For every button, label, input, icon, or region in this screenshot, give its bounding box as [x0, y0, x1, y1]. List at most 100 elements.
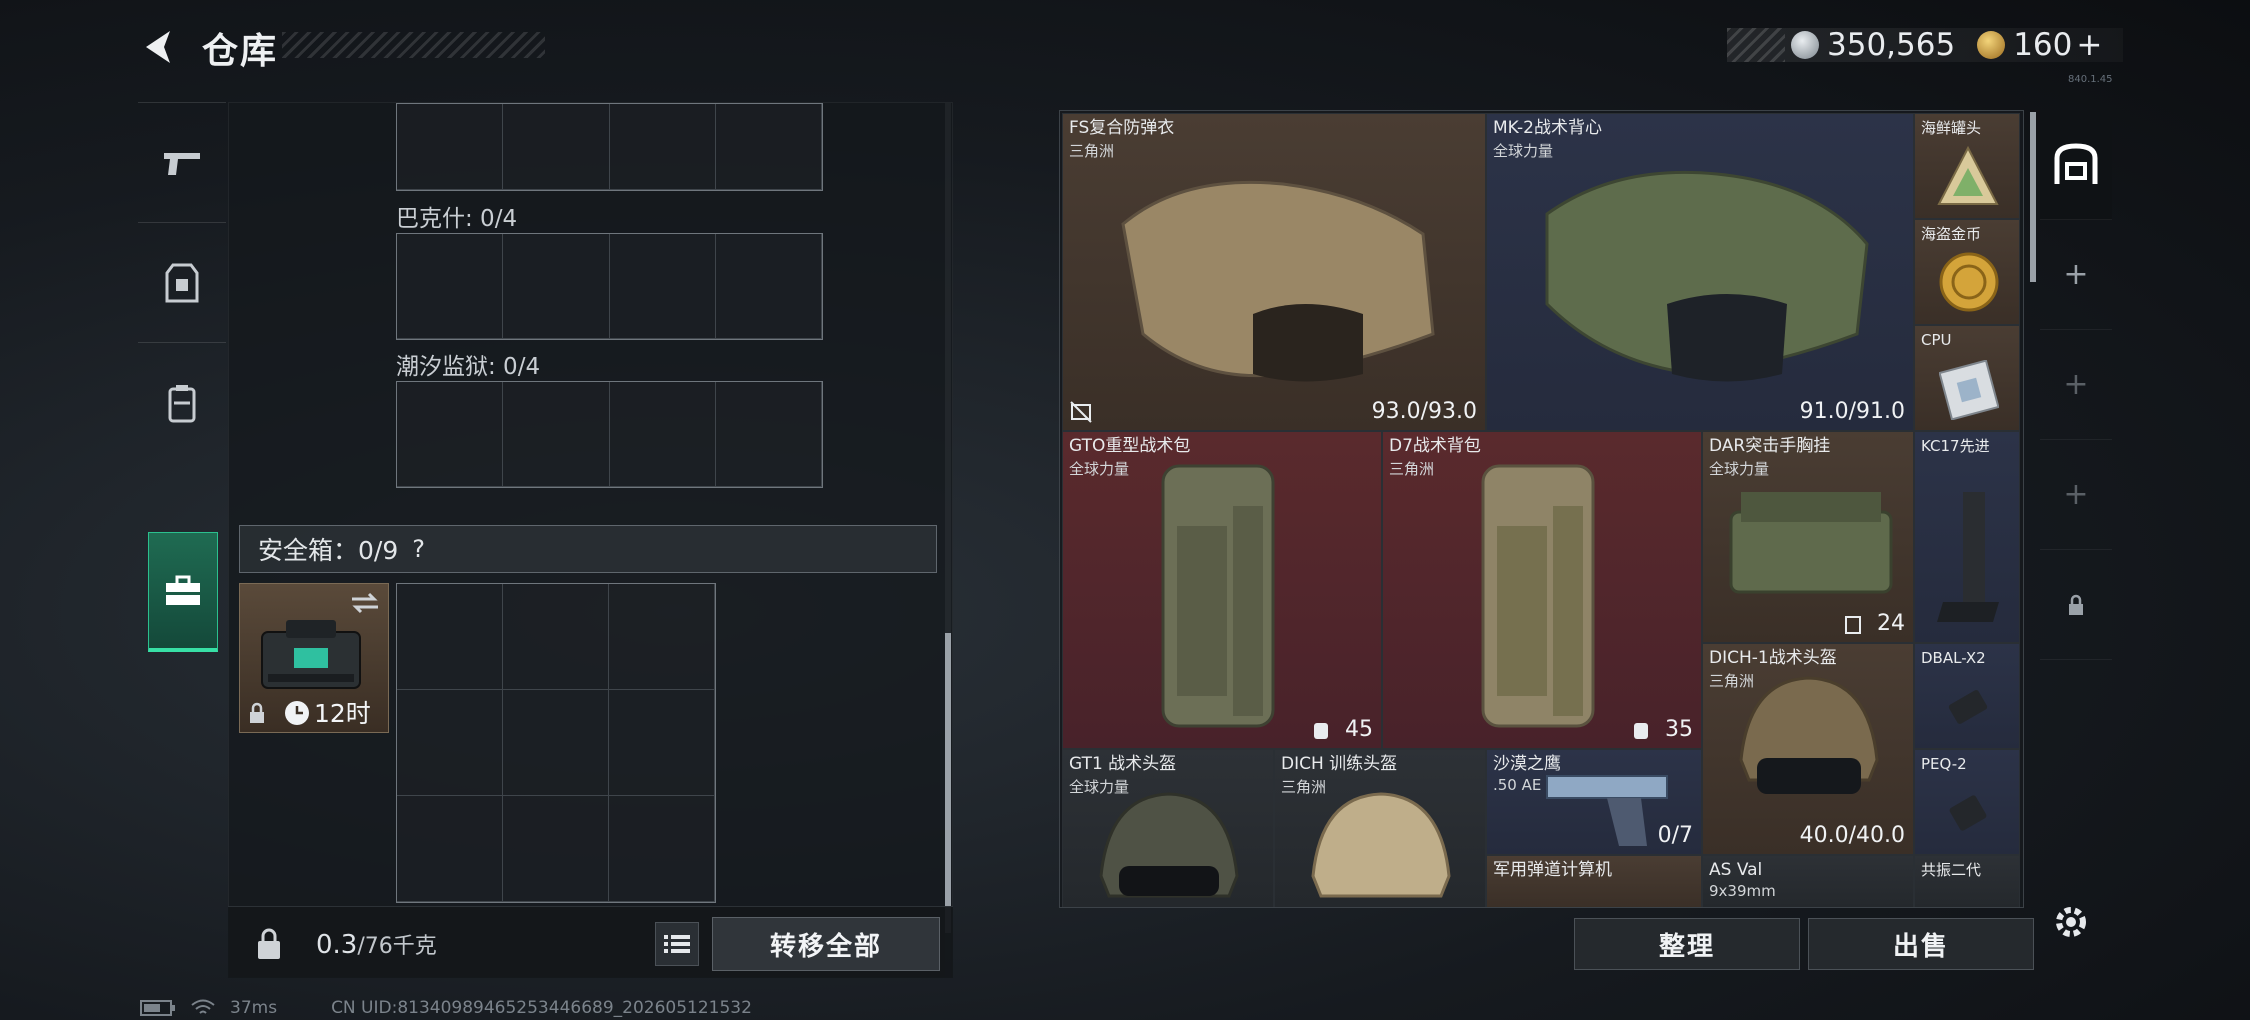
container-scrollbar-thumb[interactable]	[945, 633, 951, 933]
item-sub: 全球力量	[1069, 460, 1130, 478]
list-view-button[interactable]	[655, 922, 699, 966]
pistol-image	[1546, 775, 1668, 846]
item-sub: 三角洲	[1389, 460, 1435, 478]
stash-page-add[interactable]: +	[2040, 220, 2112, 330]
stash-page-add-locked[interactable]: +	[2040, 330, 2112, 440]
lock-icon	[250, 702, 264, 723]
stash-item[interactable]: DBAL-X2	[1914, 643, 2020, 749]
stash-item[interactable]: DAR突击手胸挂 全球力量 24	[1702, 431, 1914, 643]
sidebar-safebox-tab[interactable]	[148, 532, 218, 652]
item-name: DBAL-X2	[1921, 649, 1986, 667]
sell-button[interactable]: 出售	[1808, 918, 2034, 970]
stash-item[interactable]: KC17先进	[1914, 431, 2020, 643]
safebox-label: 安全箱：0/9	[258, 536, 399, 565]
sidebar-backpack-tab[interactable]	[138, 342, 226, 462]
back-arrow-icon	[146, 31, 170, 63]
stash-item[interactable]: FS复合防弹衣 三角洲 93.0/93.0	[1062, 113, 1486, 431]
gold-currency-value: 160	[2013, 27, 2073, 63]
safebox-item[interactable]: 12时	[239, 583, 389, 733]
stash-item[interactable]: 海鲜罐头	[1914, 113, 2020, 219]
container-grid-chaoxi[interactable]	[396, 381, 823, 488]
stash-panel: FS复合防弹衣 三角洲 93.0/93.0 MK-2战术背心 全球力量 91.0…	[1059, 110, 2024, 908]
pistol-icon	[164, 152, 200, 175]
item-durability: 40.0/40.0	[1799, 823, 1905, 848]
page-title: 仓库	[202, 31, 279, 72]
sort-button[interactable]: 整理	[1574, 918, 1800, 970]
safebox-grid[interactable]	[396, 583, 716, 903]
item-capacity: 45	[1345, 717, 1373, 742]
plus-icon: +	[2063, 257, 2089, 292]
item-durability: 93.0/93.0	[1371, 399, 1477, 424]
heavy-backpack-image	[1161, 464, 1275, 728]
weight-current: 0.3	[316, 930, 358, 960]
lock-icon	[2069, 594, 2083, 615]
stash-item[interactable]: DICH 训练头盔 三角洲	[1274, 749, 1486, 907]
item-capacity: 35	[1665, 717, 1693, 742]
backpack-capacity-icon	[1314, 723, 1328, 739]
stash-page-rail: + + +	[2040, 110, 2112, 670]
swap-icon[interactable]	[350, 592, 380, 614]
seafood-can-image	[1937, 145, 1999, 205]
cpu-image	[1939, 360, 1999, 420]
weight-lock-button[interactable]	[245, 920, 293, 968]
version-note: 840.1.45	[2068, 74, 2113, 85]
backpack-capacity-icon	[1634, 723, 1648, 739]
stash-scrollbar-thumb[interactable]	[2030, 112, 2036, 282]
help-icon[interactable]: ?	[412, 535, 425, 563]
list-icon	[664, 935, 690, 953]
stash-page-main[interactable]	[2040, 110, 2112, 220]
item-name: DAR突击手胸挂	[1709, 436, 1831, 456]
sidebar-weapon-tab[interactable]	[138, 102, 226, 222]
stash-item[interactable]: GT1 战术头盔 全球力量	[1062, 749, 1274, 907]
item-name: 海盗金币	[1921, 225, 1982, 243]
armor-vest-image	[1121, 180, 1435, 382]
backpack-icon	[168, 384, 196, 422]
stash-page-locked[interactable]	[2040, 550, 2112, 660]
status-bar: 37ms CN UID:8134098946525344668​9_202605…	[140, 998, 752, 1018]
section-label-chaoxi: 潮汐监狱: 0/4	[396, 354, 541, 380]
stash-page-add-locked[interactable]: +	[2040, 440, 2112, 550]
item-sub: 三角洲	[1069, 142, 1115, 160]
chest-rig-capacity-icon	[1845, 616, 1861, 634]
add-gold-button[interactable]: +	[2076, 27, 2102, 63]
gold-coin-icon	[1977, 31, 2006, 59]
stash-item[interactable]: D7战术背包 三角洲 35	[1382, 431, 1702, 749]
stash-item[interactable]: 军用弹道计算机	[1486, 855, 1702, 907]
item-sub: .50 AE	[1493, 776, 1542, 794]
stash-item[interactable]: AS Val 9x39mm	[1702, 855, 1914, 907]
stash-item[interactable]: 沙漠之鹰 .50 AE 0/7	[1486, 749, 1702, 855]
stash-item[interactable]: GTO重型战术包 全球力量 45	[1062, 431, 1382, 749]
stash-item[interactable]: 海盗金币	[1914, 219, 2020, 325]
item-sub: 全球力量	[1709, 460, 1770, 478]
battery-icon	[140, 1000, 175, 1016]
user-uid: CN UID:8134098946525344668​9_20260512153…	[331, 998, 752, 1018]
item-name: PEQ-2	[1921, 755, 1967, 773]
back-button[interactable]	[130, 22, 190, 72]
stash-item[interactable]: MK-2战术背心 全球力量 91.0/91.0	[1486, 113, 1914, 431]
container-grid-top[interactable]	[396, 103, 823, 191]
warehouse-icon	[2054, 142, 2098, 184]
tactical-vest-image	[1545, 170, 1869, 382]
item-name: MK-2战术背心	[1493, 118, 1602, 138]
item-name: AS Val	[1709, 860, 1763, 880]
laser-module-image	[1948, 690, 1988, 724]
stash-item[interactable]: 共振二代	[1914, 855, 2020, 907]
stash-item[interactable]: DICH-1战术头盔 三角洲 40.0/40.0	[1702, 643, 1914, 855]
transfer-all-button[interactable]: 转移全部	[712, 917, 940, 971]
item-name: 军用弹道计算机	[1493, 860, 1612, 880]
no-insurance-icon	[1070, 401, 1092, 423]
plus-icon: +	[2063, 367, 2089, 402]
helmet-image	[1311, 792, 1451, 898]
stash-item[interactable]: PEQ-2	[1914, 749, 2020, 855]
chest-rig-image	[1729, 492, 1893, 594]
currency-decoration	[1727, 28, 1785, 62]
wifi-icon	[191, 999, 215, 1014]
settings-button[interactable]	[2045, 896, 2097, 948]
plus-icon: +	[2063, 477, 2089, 512]
stash-item[interactable]: CPU	[1914, 325, 2020, 431]
currency-bar: 350,565 160 +	[1727, 27, 2123, 63]
safebox-timer: 12时	[314, 699, 371, 728]
sidebar-armor-tab[interactable]	[138, 222, 226, 342]
container-grid-baxianshi[interactable]	[396, 233, 823, 340]
tactical-backpack-image	[1481, 464, 1595, 728]
